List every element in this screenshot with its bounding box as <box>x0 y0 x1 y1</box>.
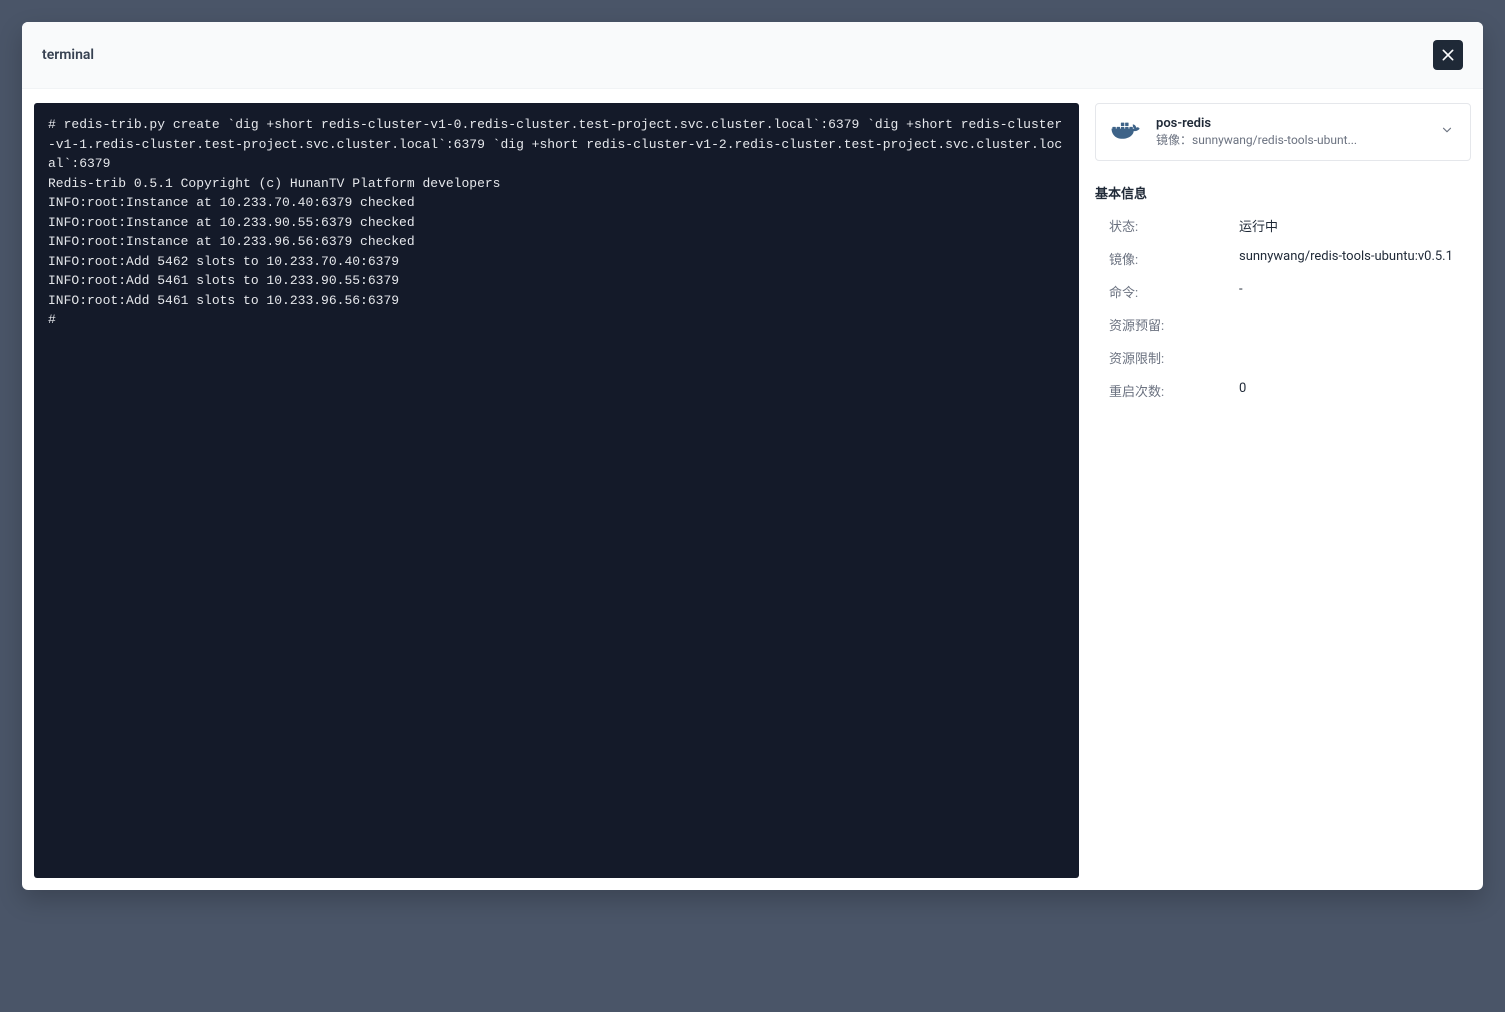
info-value <box>1239 348 1471 367</box>
docker-icon <box>1108 114 1144 150</box>
info-label: 资源限制: <box>1109 348 1239 367</box>
chevron-down-icon <box>1440 123 1454 141</box>
container-image-summary: 镜像：sunnywang/redis-tools-ubunt... <box>1156 131 1428 148</box>
info-label: 资源预留: <box>1109 315 1239 334</box>
info-row-resource-limit: 资源限制: <box>1095 348 1471 367</box>
info-label: 重启次数: <box>1109 381 1239 400</box>
terminal-modal: terminal # redis-trib.py create `dig +sh… <box>22 22 1483 890</box>
info-label: 命令: <box>1109 282 1239 301</box>
close-button[interactable] <box>1433 40 1463 70</box>
info-label: 状态: <box>1109 216 1239 235</box>
info-label: 镜像: <box>1109 249 1239 268</box>
info-value: 0 <box>1239 381 1471 400</box>
basic-info-heading: 基本信息 <box>1095 183 1471 202</box>
info-row-restart-count: 重启次数: 0 <box>1095 381 1471 400</box>
modal-body: # redis-trib.py create `dig +short redis… <box>22 89 1483 890</box>
info-row-status: 状态: 运行中 <box>1095 216 1471 235</box>
close-icon <box>1440 47 1456 63</box>
info-value: - <box>1239 282 1471 301</box>
container-selector[interactable]: pos-redis 镜像：sunnywang/redis-tools-ubunt… <box>1095 103 1471 161</box>
container-name: pos-redis <box>1156 116 1428 131</box>
container-info: pos-redis 镜像：sunnywang/redis-tools-ubunt… <box>1156 116 1428 148</box>
info-value <box>1239 315 1471 334</box>
modal-title: terminal <box>42 47 94 63</box>
info-row-command: 命令: - <box>1095 282 1471 301</box>
details-sidebar: pos-redis 镜像：sunnywang/redis-tools-ubunt… <box>1095 103 1471 878</box>
info-value: sunnywang/redis-tools-ubuntu:v0.5.1 <box>1239 249 1471 268</box>
terminal-output[interactable]: # redis-trib.py create `dig +short redis… <box>34 103 1079 878</box>
modal-header: terminal <box>22 22 1483 89</box>
info-row-image: 镜像: sunnywang/redis-tools-ubuntu:v0.5.1 <box>1095 249 1471 268</box>
info-value: 运行中 <box>1239 216 1471 235</box>
info-row-resource-reserve: 资源预留: <box>1095 315 1471 334</box>
